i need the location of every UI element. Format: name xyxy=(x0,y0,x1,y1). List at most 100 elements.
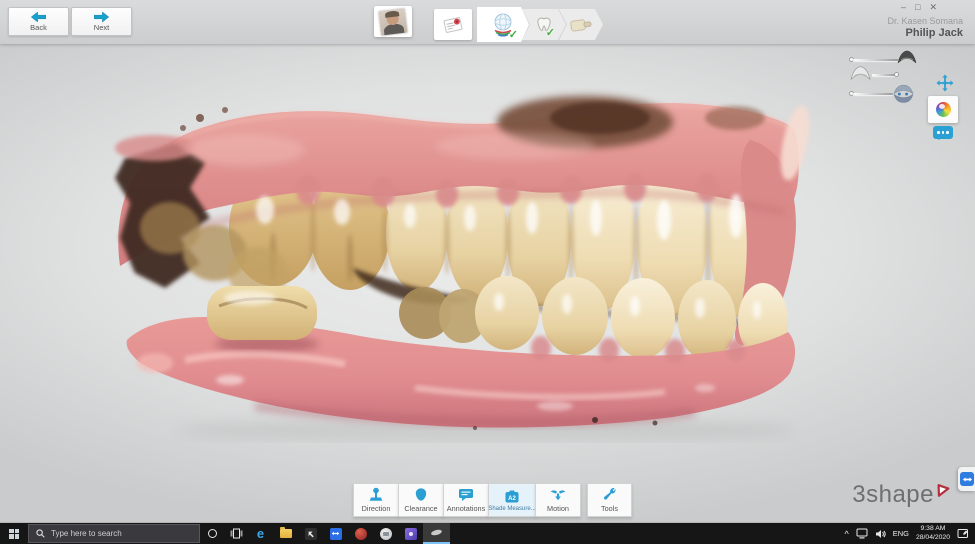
next-arrow-icon xyxy=(94,11,109,22)
search-input[interactable] xyxy=(51,529,171,538)
action-center-icon[interactable] xyxy=(957,528,969,539)
motion-label: Motion xyxy=(547,504,569,513)
workflow-step-order-form[interactable] xyxy=(434,9,472,40)
comments-button[interactable] xyxy=(933,126,953,140)
wrench-icon xyxy=(603,488,615,500)
annotations-button[interactable]: Annotations xyxy=(443,483,489,517)
patient-name: Philip Jack xyxy=(905,27,963,40)
network-icon[interactable] xyxy=(856,528,868,539)
taskbar-app-teamviewer[interactable] xyxy=(323,523,348,544)
taskbar-app-active-3shape[interactable] xyxy=(423,523,450,544)
cortana-button[interactable] xyxy=(200,523,224,544)
motion-button[interactable]: Motion xyxy=(535,483,581,517)
scan-complete-check-icon: ✓ xyxy=(508,29,518,41)
next-label: Next xyxy=(93,22,110,32)
speaker-icon[interactable] xyxy=(875,529,886,539)
scan-slider-track[interactable] xyxy=(872,74,895,76)
back-label: Back xyxy=(30,22,47,32)
next-button[interactable]: Next xyxy=(71,7,132,36)
maximize-button[interactable]: □ xyxy=(915,2,920,12)
clearance-icon xyxy=(415,488,427,501)
3d-viewer-icon xyxy=(354,527,367,540)
scan-slider-track[interactable] xyxy=(853,59,898,61)
scan-slider-track[interactable] xyxy=(853,93,893,95)
back-arrow-icon xyxy=(31,11,46,22)
workflow-steps: ✓ ✓ xyxy=(434,7,603,42)
tools-label: Tools xyxy=(600,504,619,513)
scan-slider-dot[interactable] xyxy=(894,72,899,77)
system-tray: ^ ENG 9:38 AM 28/04/2020 xyxy=(844,525,975,543)
tray-overflow-chevron[interactable]: ^ xyxy=(844,529,848,539)
teamviewer-icon xyxy=(960,472,974,486)
task-view-button[interactable] xyxy=(224,523,248,544)
direction-label: Direction xyxy=(361,504,391,513)
shade-measure-label: Shade Measure... xyxy=(488,505,536,512)
workflow-step-scan[interactable]: ✓ xyxy=(477,7,529,42)
taskbar-app-3d-viewer[interactable] xyxy=(348,523,373,544)
workflow-step-manufacture[interactable] xyxy=(559,9,603,40)
shade-measure-button[interactable]: A2 Shade Measure... xyxy=(488,483,536,517)
taskbar-search[interactable] xyxy=(28,524,200,543)
windows-taskbar: e ^ xyxy=(0,523,975,544)
patient-photo-card[interactable] xyxy=(374,6,412,37)
windows-logo-icon xyxy=(9,528,19,539)
search-icon xyxy=(36,529,45,538)
annotations-icon xyxy=(459,489,473,501)
language-indicator[interactable]: ENG xyxy=(893,529,909,538)
annotations-label: Annotations xyxy=(446,504,486,513)
clearance-label: Clearance xyxy=(404,504,438,513)
taskbar-clock[interactable]: 9:38 AM 28/04/2020 xyxy=(916,525,950,543)
isolated-molar xyxy=(207,286,319,353)
dental-scan-3d-model[interactable] xyxy=(95,88,820,443)
edge-icon: e xyxy=(256,526,265,541)
close-button[interactable]: ✕ xyxy=(929,2,937,12)
motion-icon xyxy=(550,490,566,501)
scanner-app-icon xyxy=(379,527,392,540)
shade-measure-icon: A2 xyxy=(505,490,519,502)
top-toolbar: Back Next ✓ ✓ – □ ✕ Dr. Kasen Somana Phi… xyxy=(0,0,975,44)
dental-suite-icon xyxy=(404,527,417,540)
taskbar-app-scanner[interactable] xyxy=(373,523,398,544)
direction-button[interactable]: Direction xyxy=(353,483,399,517)
3shape-app-window: Back Next ✓ ✓ – □ ✕ Dr. Kasen Somana Phi… xyxy=(0,0,975,544)
cortana-icon xyxy=(207,529,217,538)
3d-viewport[interactable]: Direction Clearance Annotations A2 Shade… xyxy=(0,44,975,523)
color-sphere-icon xyxy=(935,102,951,117)
taskbar-app-edge[interactable]: e xyxy=(248,523,273,544)
patient-photo xyxy=(378,8,408,35)
teamviewer-panel-handle[interactable] xyxy=(958,467,975,491)
back-button[interactable]: Back xyxy=(8,7,69,36)
active-app-icon xyxy=(430,528,443,537)
teamviewer-taskbar-icon xyxy=(329,527,342,540)
logo-text: 3shape xyxy=(852,481,934,508)
doctor-name: Dr. Kasen Somana xyxy=(887,16,963,26)
3shape-logo: 3shape xyxy=(852,481,951,509)
viewport-toolbar: Direction Clearance Annotations A2 Shade… xyxy=(353,483,632,517)
tools-button[interactable]: Tools xyxy=(587,483,632,517)
taskbar-app-file-explorer[interactable] xyxy=(273,523,298,544)
manufacture-block-icon xyxy=(570,18,592,32)
design-complete-check-icon: ✓ xyxy=(545,27,555,39)
task-view-icon xyxy=(230,528,242,539)
bite-scan-item[interactable] xyxy=(849,84,919,104)
file-explorer-icon xyxy=(279,527,292,538)
taskbar-app-dental-suite[interactable] xyxy=(398,523,423,544)
taskbar-app-capture-tool[interactable] xyxy=(298,523,323,544)
minimize-button[interactable]: – xyxy=(901,2,906,12)
window-controls: – □ ✕ xyxy=(901,2,937,12)
upper-jaw-icon xyxy=(897,50,917,64)
pan-move-button[interactable] xyxy=(936,74,954,97)
lower-jaw-icon xyxy=(850,66,871,81)
order-form-icon xyxy=(443,16,463,33)
clock-date: 28/04/2020 xyxy=(915,533,950,541)
color-texture-button[interactable] xyxy=(928,96,958,123)
lower-jaw-scan-item[interactable] xyxy=(849,64,919,84)
move-arrows-icon xyxy=(936,74,954,92)
start-button[interactable] xyxy=(0,523,28,544)
clearance-button[interactable]: Clearance xyxy=(398,483,444,517)
capture-tool-icon xyxy=(304,527,317,540)
logo-triangle-icon xyxy=(937,484,950,497)
user-info: Dr. Kasen Somana Philip Jack xyxy=(887,16,963,41)
shade-value: A2 xyxy=(508,495,516,501)
bite-scan-icon xyxy=(893,84,914,103)
